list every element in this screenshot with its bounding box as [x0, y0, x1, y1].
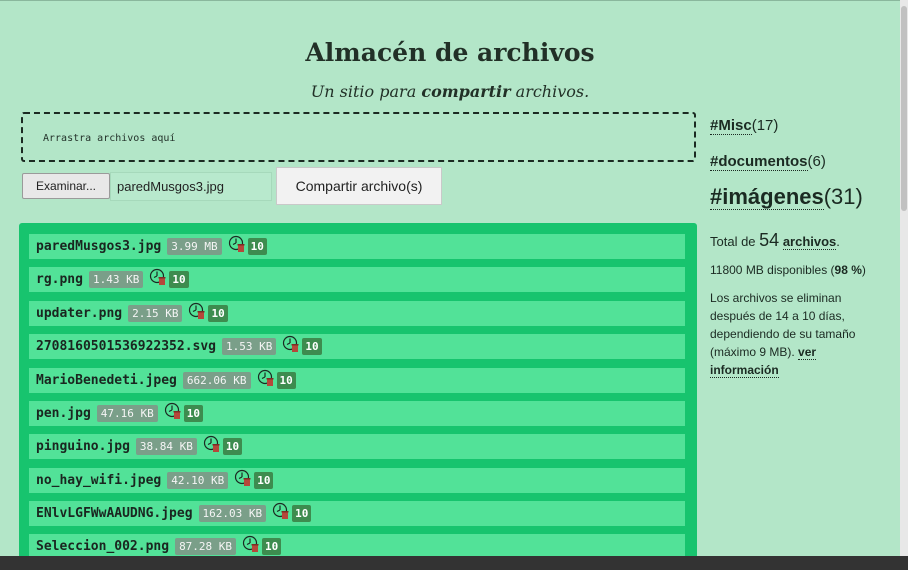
disk-percent: 98 %	[834, 263, 862, 277]
scrollbar[interactable]	[900, 0, 908, 556]
file-row[interactable]: rg.png 1.43 KB 10	[29, 267, 685, 292]
subtitle-text: Un sitio para	[310, 82, 422, 101]
total-prefix: Total de	[710, 234, 760, 249]
clock-trash-icon	[272, 502, 290, 520]
tag-imagenes[interactable]: #imágenes(31)	[710, 184, 885, 210]
file-size-badge: 38.84 KB	[135, 438, 197, 455]
bottom-strip	[0, 556, 908, 570]
retention-note: Los archivos se eliminan después de 14 a…	[710, 289, 870, 379]
files-link[interactable]: archivos	[782, 234, 837, 250]
drop-zone-label: Arrastra archivos aquí	[43, 133, 176, 144]
days-left-badge: 10	[254, 472, 274, 489]
tag-link-misc[interactable]: #Misc	[710, 117, 752, 135]
file-row[interactable]: 2708160501536922352.svg 1.53 KB 10	[29, 334, 685, 359]
page-subtitle: Un sitio para compartir archivos.	[0, 82, 900, 101]
days-left-badge: 10	[208, 305, 228, 322]
disk-available: 11800 MB disponibles (98 %)	[710, 261, 885, 279]
days-left-badge: 10	[247, 238, 267, 255]
clock-trash-icon	[188, 302, 206, 320]
retention-text: Los archivos se eliminan después de 14 a…	[710, 291, 856, 359]
file-name-link[interactable]: paredMusgos3.jpg	[36, 239, 161, 254]
subtitle-emphasis: compartir	[421, 82, 511, 101]
browse-button[interactable]: Examinar...	[22, 173, 110, 199]
file-size-badge: 2.15 KB	[128, 305, 183, 322]
file-name-link[interactable]: ENlvLGFWwAAUDNG.jpeg	[36, 506, 193, 521]
file-size-badge: 42.10 KB	[167, 472, 229, 489]
subtitle-text-end: archivos.	[510, 82, 590, 101]
clock-trash-icon	[203, 435, 221, 453]
file-size-badge: 162.03 KB	[198, 505, 267, 522]
file-row[interactable]: paredMusgos3.jpg 3.99 MB 10	[29, 234, 685, 259]
file-name-link[interactable]: pen.jpg	[36, 406, 91, 421]
file-row[interactable]: pen.jpg 47.16 KB 10	[29, 401, 685, 426]
clock-trash-icon	[228, 235, 246, 253]
tag-misc[interactable]: #Misc(17)	[710, 117, 885, 135]
scrollbar-thumb[interactable]	[901, 6, 907, 211]
selected-file-field[interactable]: paredMusgos3.jpg	[110, 172, 272, 201]
file-name-link[interactable]: MarioBenedeti.jpeg	[36, 373, 177, 388]
file-size-badge: 3.99 MB	[167, 238, 222, 255]
top-border	[0, 0, 900, 1]
days-left-badge: 10	[292, 505, 312, 522]
days-left-badge: 10	[276, 372, 296, 389]
tag-count-imagenes: (31)	[823, 184, 863, 209]
file-name-link[interactable]: rg.png	[36, 272, 83, 287]
clock-trash-icon	[164, 402, 182, 420]
file-size-badge: 1.53 KB	[222, 338, 277, 355]
tag-count-documentos: (6)	[807, 153, 826, 170]
file-row[interactable]: ENlvLGFWwAAUDNG.jpeg 162.03 KB 10	[29, 501, 685, 526]
clock-trash-icon	[149, 268, 167, 286]
disk-suffix: )	[861, 263, 866, 277]
days-left-badge: 10	[222, 438, 243, 455]
file-name-link[interactable]: 2708160501536922352.svg	[36, 339, 216, 354]
days-left-badge: 10	[302, 338, 322, 355]
file-size-badge: 47.16 KB	[96, 405, 158, 422]
tag-link-imagenes[interactable]: #imágenes	[710, 184, 824, 210]
disk-text: 11800 MB disponibles (	[710, 263, 835, 277]
drop-zone[interactable]: Arrastra archivos aquí	[21, 112, 696, 162]
file-size-badge: 1.43 KB	[88, 271, 144, 288]
clock-trash-icon	[242, 535, 260, 553]
file-name-link[interactable]: Seleccion_002.png	[36, 539, 169, 554]
file-name-link[interactable]: updater.png	[36, 306, 122, 321]
file-row[interactable]: Seleccion_002.png 87.28 KB 10	[29, 534, 685, 557]
days-left-badge: 10	[183, 405, 204, 422]
tag-count-misc: (17)	[751, 117, 779, 134]
page: Almacén de archivos Un sitio para compar…	[0, 0, 900, 557]
share-button[interactable]: Compartir archivo(s)	[276, 167, 442, 205]
days-left-badge: 10	[169, 271, 189, 288]
file-row[interactable]: pinguino.jpg 38.84 KB 10	[29, 434, 685, 459]
clock-trash-icon	[234, 469, 252, 487]
page-title: Almacén de archivos	[305, 38, 595, 67]
file-list: paredMusgos3.jpg 3.99 MB 10 rg.png 1.43 KB 10…	[19, 223, 697, 557]
days-left-badge: 10	[262, 538, 282, 555]
file-name-link[interactable]: pinguino.jpg	[36, 439, 130, 454]
file-row[interactable]: MarioBenedeti.jpeg 662.06 KB 10	[29, 368, 685, 393]
total-count: 54	[759, 230, 780, 250]
clock-trash-icon	[257, 369, 275, 387]
file-name-link[interactable]: no_hay_wifi.jpeg	[36, 473, 161, 488]
total-suffix: .	[836, 234, 840, 249]
clock-trash-icon	[282, 335, 300, 353]
tag-link-documentos[interactable]: #documentos	[710, 153, 808, 171]
tag-documentos[interactable]: #documentos(6)	[710, 153, 885, 171]
total-files: Total de 54 archivos.	[710, 231, 885, 251]
file-row[interactable]: no_hay_wifi.jpeg 42.10 KB 10	[29, 468, 685, 493]
file-size-badge: 662.06 KB	[182, 372, 251, 389]
file-row[interactable]: updater.png 2.15 KB 10	[29, 301, 685, 326]
file-size-badge: 87.28 KB	[175, 538, 237, 555]
